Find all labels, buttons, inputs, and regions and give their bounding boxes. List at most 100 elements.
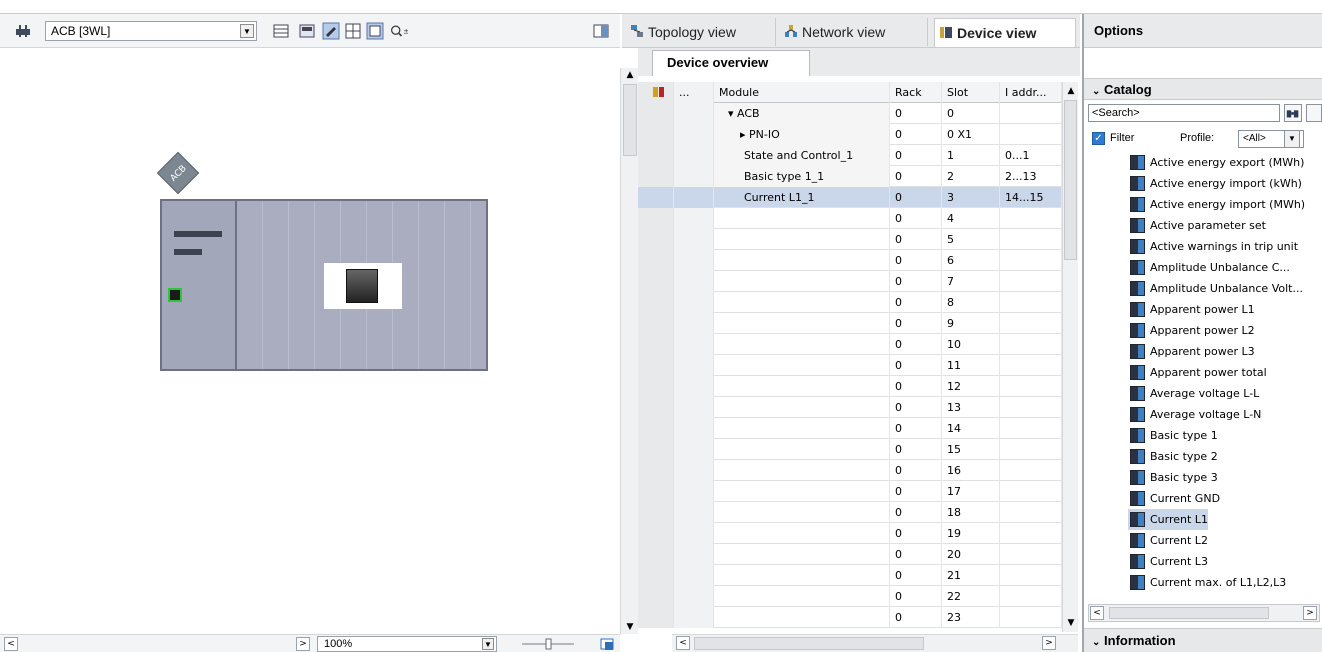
scroll-down-icon[interactable]: ▼ (623, 620, 637, 634)
catalog-horizontal-scrollbar[interactable]: < > (1088, 604, 1320, 622)
search-button[interactable] (1284, 104, 1302, 122)
breaker-device-image[interactable] (324, 263, 402, 309)
row-iaddr[interactable] (1000, 355, 1062, 376)
port-icon[interactable] (168, 288, 182, 302)
row-module[interactable] (714, 418, 890, 439)
row-module[interactable] (714, 481, 890, 502)
catalog-item[interactable]: Amplitude Unbalance C... (1128, 257, 1290, 278)
row-iaddr[interactable] (1000, 208, 1062, 229)
row-slot[interactable]: 14 (942, 418, 1000, 439)
row-col-icon[interactable] (638, 607, 674, 628)
device-rack[interactable] (160, 199, 488, 371)
row-slot[interactable]: 18 (942, 502, 1000, 523)
row-iaddr[interactable] (1000, 481, 1062, 502)
catalog-item[interactable]: Apparent power total (1128, 362, 1267, 383)
row-iaddr[interactable] (1000, 460, 1062, 481)
catalog-item[interactable]: Basic type 2 (1128, 446, 1218, 467)
row-slot[interactable]: 7 (942, 271, 1000, 292)
row-col-icon[interactable] (638, 439, 674, 460)
row-col-icon[interactable] (638, 481, 674, 502)
row-iaddr[interactable] (1000, 544, 1062, 565)
zoom-select[interactable]: 100% ▼ (317, 636, 497, 652)
catalog-item[interactable]: Apparent power L2 (1128, 320, 1255, 341)
row-module[interactable] (714, 607, 890, 628)
table-row[interactable]: ▸ PN-IO 0 0 X1 (638, 124, 1062, 145)
row-slot[interactable]: 12 (942, 376, 1000, 397)
tab-device-view[interactable]: Device view (934, 18, 1076, 47)
catalog-item[interactable]: Active energy import (kWh) (1128, 173, 1302, 194)
row-rack[interactable]: 0 (890, 313, 942, 334)
row-col-dots[interactable] (674, 250, 714, 271)
filter-checkbox[interactable]: ✓ (1092, 132, 1105, 145)
table-row[interactable]: 0 17 (638, 481, 1062, 502)
row-col-icon[interactable] (638, 187, 674, 208)
catalog-item[interactable]: Current L3 (1128, 551, 1208, 572)
table-row[interactable]: 0 23 (638, 607, 1062, 628)
chevron-down-icon[interactable]: ⌄ (1092, 86, 1100, 97)
row-col-dots[interactable] (674, 313, 714, 334)
row-slot[interactable]: 11 (942, 355, 1000, 376)
table-row[interactable]: State and Control_1 0 1 0...1 (638, 145, 1062, 166)
table-row[interactable]: Basic type 1_1 0 2 2...13 (638, 166, 1062, 187)
row-col-dots[interactable] (674, 418, 714, 439)
row-rack[interactable]: 0 (890, 565, 942, 586)
row-rack[interactable]: 0 (890, 292, 942, 313)
row-module[interactable] (714, 208, 890, 229)
row-col-icon[interactable] (638, 523, 674, 544)
table-row[interactable]: 0 22 (638, 586, 1062, 607)
row-module[interactable]: State and Control_1 (714, 145, 890, 166)
catalog-item[interactable]: Active warnings in trip unit (1128, 236, 1298, 257)
header-col-dots[interactable]: ... (674, 82, 714, 103)
row-rack[interactable]: 0 (890, 607, 942, 628)
catalog-item[interactable]: Active energy export (MWh) (1128, 152, 1304, 173)
row-rack[interactable]: 0 (890, 145, 942, 166)
row-iaddr[interactable] (1000, 250, 1062, 271)
row-slot[interactable]: 21 (942, 565, 1000, 586)
row-col-icon[interactable] (638, 250, 674, 271)
row-col-icon[interactable] (638, 586, 674, 607)
row-rack[interactable]: 0 (890, 103, 942, 124)
pen-icon[interactable] (322, 22, 340, 40)
module-table-icon[interactable] (272, 22, 290, 40)
table-row[interactable]: 0 18 (638, 502, 1062, 523)
scroll-left-icon[interactable]: < (4, 637, 18, 651)
row-col-icon[interactable] (638, 145, 674, 166)
table-vertical-scrollbar[interactable]: ▲ ▼ (1062, 82, 1078, 632)
row-module[interactable] (714, 439, 890, 460)
row-iaddr[interactable] (1000, 439, 1062, 460)
tab-topology-view[interactable]: Topology view (626, 18, 776, 46)
row-module[interactable]: Current L1_1 (714, 187, 890, 208)
row-col-dots[interactable] (674, 229, 714, 250)
row-module[interactable]: ▸ PN-IO (714, 124, 890, 145)
row-col-dots[interactable] (674, 502, 714, 523)
catalog-item[interactable]: Basic type 3 (1128, 467, 1218, 488)
row-col-icon[interactable] (638, 124, 674, 145)
row-col-dots[interactable] (674, 271, 714, 292)
row-slot[interactable]: 0 (942, 103, 1000, 124)
row-rack[interactable]: 0 (890, 397, 942, 418)
row-col-icon[interactable] (638, 166, 674, 187)
row-col-icon[interactable] (638, 565, 674, 586)
row-module[interactable] (714, 544, 890, 565)
row-rack[interactable]: 0 (890, 229, 942, 250)
row-slot[interactable]: 17 (942, 481, 1000, 502)
row-iaddr[interactable]: 0...1 (1000, 145, 1062, 166)
row-col-icon[interactable] (638, 460, 674, 481)
catalog-item[interactable]: Current L1 (1128, 509, 1208, 530)
row-col-dots[interactable] (674, 145, 714, 166)
row-rack[interactable]: 0 (890, 250, 942, 271)
canvas-vertical-scrollbar[interactable]: ▲ ▼ (620, 68, 638, 634)
row-module[interactable] (714, 460, 890, 481)
row-col-dots[interactable] (674, 460, 714, 481)
row-iaddr[interactable]: 2...13 (1000, 166, 1062, 187)
row-col-icon[interactable] (638, 271, 674, 292)
row-col-dots[interactable] (674, 586, 714, 607)
table-row[interactable]: 0 12 (638, 376, 1062, 397)
row-slot[interactable]: 1 (942, 145, 1000, 166)
table-row[interactable]: ▾ ACB 0 0 (638, 103, 1062, 124)
table-row[interactable]: 0 20 (638, 544, 1062, 565)
row-iaddr[interactable] (1000, 271, 1062, 292)
catalog-item[interactable]: Current GND (1128, 488, 1220, 509)
row-rack[interactable]: 0 (890, 418, 942, 439)
row-slot[interactable]: 23 (942, 607, 1000, 628)
